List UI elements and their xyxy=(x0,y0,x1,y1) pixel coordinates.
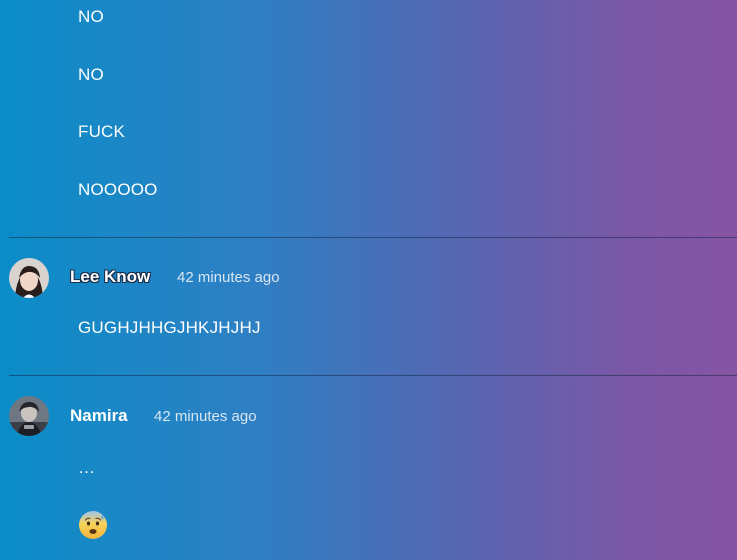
comment-divider xyxy=(9,237,737,238)
comment-text-line: NO xyxy=(78,65,104,84)
comment-divider xyxy=(9,375,737,376)
avatar[interactable] xyxy=(9,258,49,298)
comment-text-line: NOOOOO xyxy=(78,180,158,199)
comment-author[interactable]: Lee Know xyxy=(70,267,150,287)
comment-text-line: GUGHJHHGJHKJHJHJ xyxy=(78,318,261,337)
comment-text-line: FUCK xyxy=(78,122,126,141)
comment-timestamp[interactable]: 42 minutes ago xyxy=(154,408,257,425)
anxious-face-with-sweat-icon xyxy=(79,511,107,539)
comment-text-line: … xyxy=(78,458,96,477)
comment-author[interactable]: Namira xyxy=(70,406,128,426)
avatar[interactable] xyxy=(9,396,49,436)
comment-text-line: NO xyxy=(78,7,104,26)
comment-timestamp[interactable]: 42 minutes ago xyxy=(177,269,280,286)
